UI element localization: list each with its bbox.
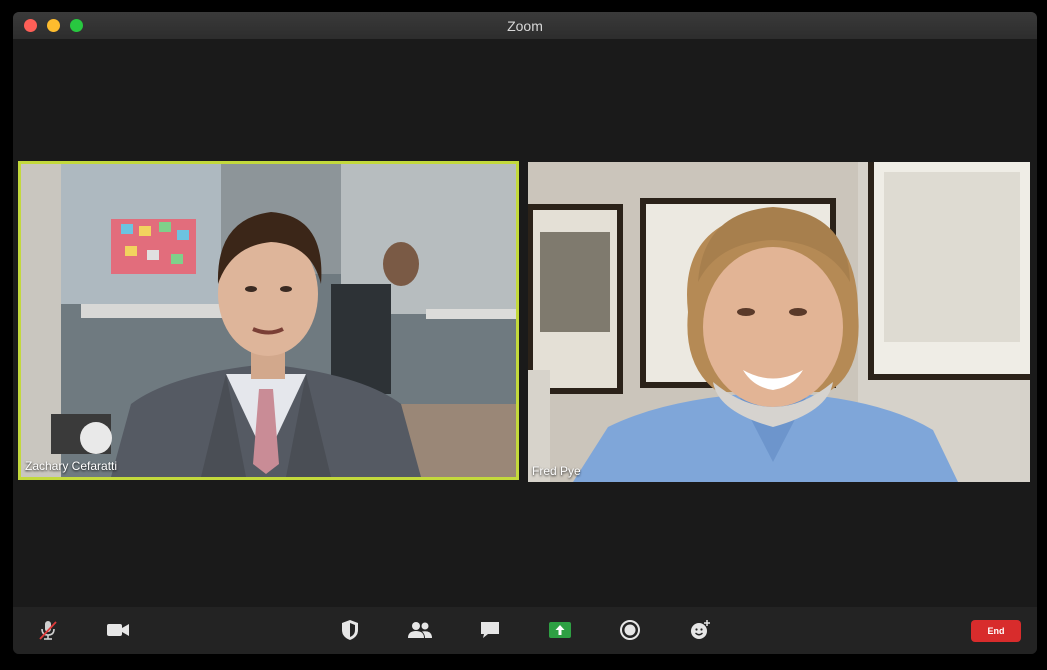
participants-icon [408, 622, 432, 638]
participant-video-fred [528, 162, 1030, 482]
reactions-button[interactable] [685, 615, 715, 645]
chat-button[interactable] [475, 615, 505, 645]
video-tile-fred-pye[interactable]: Fred Pye [528, 162, 1030, 482]
end-meeting-button[interactable]: End [971, 620, 1021, 642]
participant-video-zachary [21, 164, 516, 477]
security-button[interactable] [335, 615, 365, 645]
video-gallery: Zachary Cefaratti Fred Pye [13, 39, 1037, 607]
video-camera-icon [107, 624, 129, 636]
share-screen-icon [549, 622, 571, 638]
stop-video-button[interactable] [103, 615, 133, 645]
share-screen-button[interactable] [545, 615, 575, 645]
shield-icon [342, 620, 358, 640]
mute-button[interactable] [33, 615, 63, 645]
reactions-icon [691, 620, 710, 639]
participants-button[interactable] [405, 615, 435, 645]
participant-name-label: Zachary Cefaratti [25, 459, 118, 473]
window-title: Zoom [507, 18, 543, 34]
record-icon [620, 620, 640, 640]
video-tile-zachary-cefaratti[interactable]: Zachary Cefaratti [18, 161, 519, 480]
microphone-muted-icon [39, 621, 57, 640]
zoom-window: Zoom Zachary Cefaratti Fred Pye End [13, 12, 1037, 654]
chat-icon [481, 622, 499, 638]
record-button[interactable] [615, 615, 645, 645]
meeting-toolbar: End [13, 607, 1037, 654]
participant-name-label: Fred Pye [532, 464, 581, 478]
title-bar: Zoom [13, 12, 1037, 39]
